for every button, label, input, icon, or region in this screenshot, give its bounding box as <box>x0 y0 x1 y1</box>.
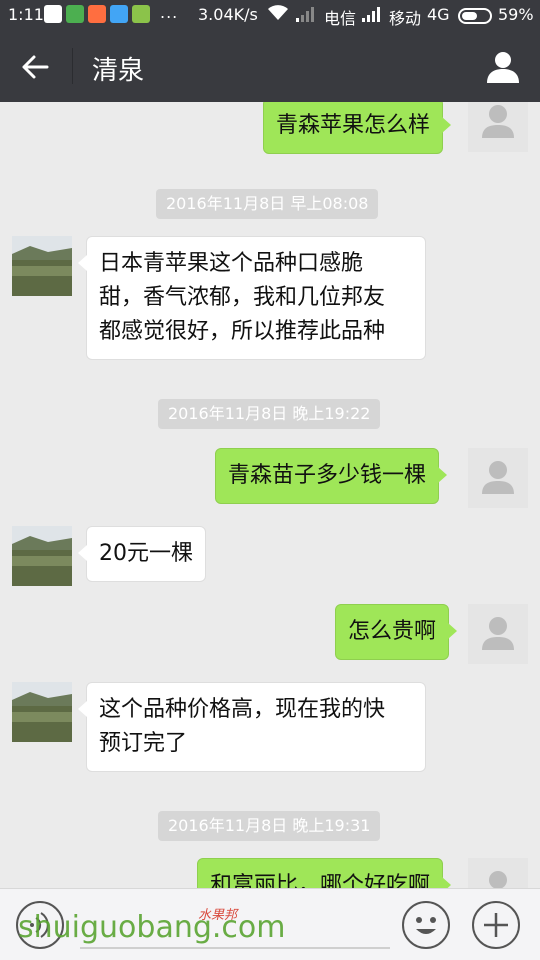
more-notifications: ... <box>160 3 179 22</box>
person-icon[interactable] <box>486 50 520 84</box>
message-bubble-received[interactable]: 日本青苹果这个品种口感脆 甜，香气浓郁，我和几位邦友 都感觉很好，所以推荐此品种 <box>78 236 426 360</box>
timestamp: 2016年11月8日 晚上19:22 <box>158 399 381 429</box>
avatar[interactable] <box>12 236 72 296</box>
header-divider <box>72 48 73 84</box>
app-icon <box>110 5 128 23</box>
chat-header: 清泉 <box>0 30 540 102</box>
timestamp: 2016年11月8日 晚上19:31 <box>158 811 381 841</box>
status-bar: 1:11 ... 3.04K/s 电信 移动 4G 59% <box>0 0 540 30</box>
message-bubble-sent[interactable]: 怎么贵啊 <box>335 604 458 660</box>
avatar[interactable] <box>468 858 528 888</box>
landscape-avatar-image <box>12 526 72 586</box>
message-bubble-sent[interactable]: 青森苗子多少钱一棵 <box>215 448 448 504</box>
wifi-icon <box>268 5 288 20</box>
emoji-icon[interactable] <box>402 901 450 949</box>
avatar[interactable] <box>468 604 528 664</box>
person-icon <box>482 617 514 650</box>
plus-icon[interactable] <box>472 901 520 949</box>
signal-icon <box>362 7 380 22</box>
arrow-left-icon[interactable] <box>20 52 50 82</box>
watermark: shuiguobang.com 水果邦 <box>18 908 286 945</box>
network-speed: 3.04K/s <box>198 5 258 24</box>
avatar[interactable] <box>468 448 528 508</box>
landscape-avatar-image <box>12 682 72 742</box>
signal-icon <box>296 7 314 22</box>
add-icon <box>484 913 508 937</box>
message-bubble-sent[interactable]: 青森苹果怎么样 <box>263 102 452 154</box>
message-bubble-received[interactable]: 20元一棵 <box>78 526 206 582</box>
app-icon <box>66 5 84 23</box>
video-icon <box>132 5 150 23</box>
smiley-icon <box>416 917 436 934</box>
app-icon <box>88 5 106 23</box>
avatar[interactable] <box>468 102 528 152</box>
person-icon <box>482 461 514 494</box>
message-bubble-received[interactable]: 这个品种价格高，现在我的快 预订完了 <box>78 682 426 772</box>
watermark-text: shuiguobang.com <box>18 910 286 945</box>
battery-percent: 59% <box>498 5 534 24</box>
carrier-1: 电信 <box>324 9 357 28</box>
network-type: 4G <box>427 5 450 24</box>
message-input[interactable] <box>80 947 390 949</box>
person-icon <box>482 105 514 138</box>
carrier-2: 移动 <box>389 9 422 28</box>
watermark-cn: 水果邦 <box>198 908 238 923</box>
avatar[interactable] <box>12 526 72 586</box>
avatar[interactable] <box>12 682 72 742</box>
clock: 1:11 <box>8 5 44 24</box>
timestamp: 2016年11月8日 早上08:08 <box>156 189 379 219</box>
notification-icons <box>44 5 150 23</box>
landscape-avatar-image <box>12 236 72 296</box>
battery-icon <box>458 8 492 24</box>
message-bubble-sent[interactable]: 和富丽比，哪个好吃啊 <box>197 858 452 888</box>
page-title: 清泉 <box>92 56 145 86</box>
person-icon <box>489 871 507 888</box>
message-list[interactable]: 青森苹果怎么样 2016年11月8日 早上08:08 日本青苹果这个品种口感脆 … <box>0 102 540 888</box>
qq-icon <box>44 5 62 23</box>
